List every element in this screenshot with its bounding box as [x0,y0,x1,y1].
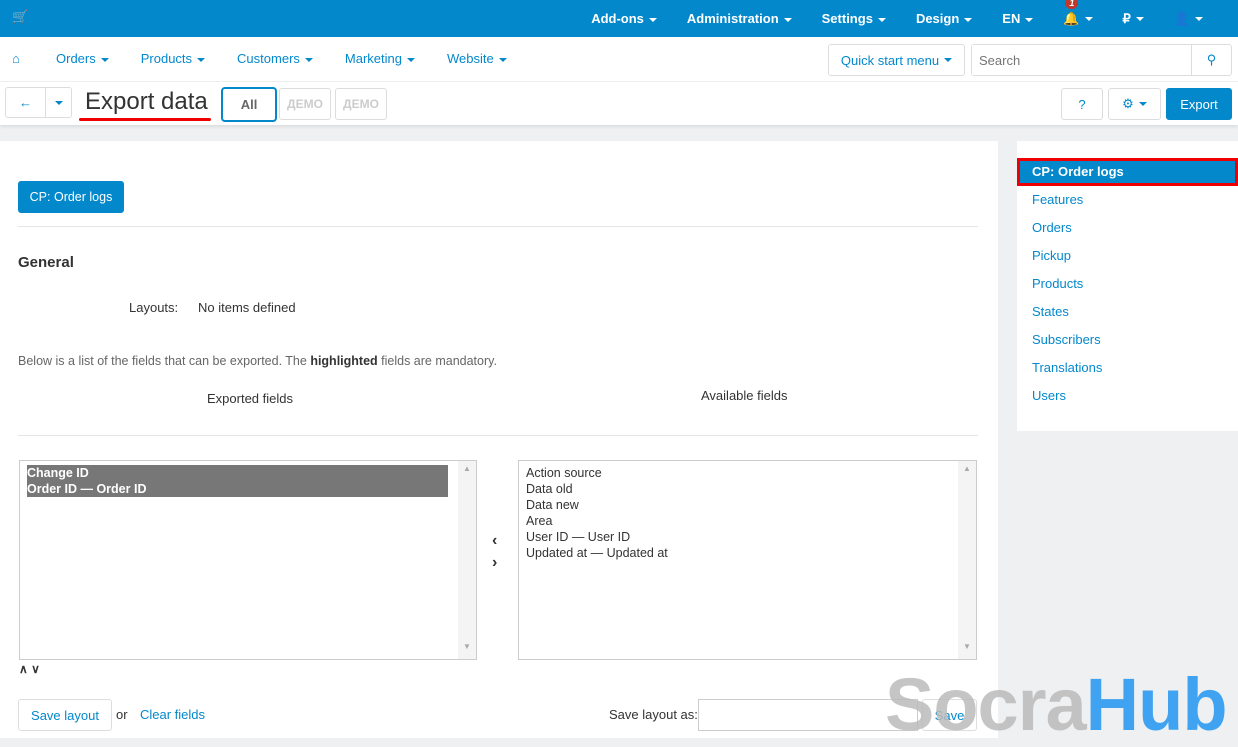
sidebar-item-states[interactable]: States [1017,298,1238,326]
page-title: Export data [85,88,208,115]
title-highlight [79,118,211,121]
top-bar: 🛒 Add-ons Administration Settings Design… [0,0,1238,37]
available-fields-list[interactable]: Action source Data old Data new Area Use… [518,460,977,660]
export-button[interactable]: Export [1166,88,1232,120]
help-icon[interactable]: ? [1061,88,1103,120]
sidebar: CP: Order logs Features Orders Pickup Pr… [1017,141,1238,431]
move-up-icon[interactable]: ∧ [19,662,28,676]
preset-order-logs-button[interactable]: CP: Order logs [18,181,124,213]
menu-design[interactable]: Design [901,11,987,26]
exported-fields-label: Exported fields [207,391,293,406]
scrollbar[interactable]: ▲ ▼ [958,461,976,659]
list-item[interactable]: User ID — User ID [526,529,948,545]
layouts-value: No items defined [198,300,296,315]
sidebar-item-users[interactable]: Users [1017,382,1238,410]
menu-currency[interactable]: ₽ [1108,11,1159,27]
nav-customers[interactable]: Customers [237,51,313,66]
list-item[interactable]: Order ID — Order ID [27,481,448,497]
sidebar-item-translations[interactable]: Translations [1017,354,1238,382]
menu-language[interactable]: EN [987,11,1048,26]
list-item[interactable]: Data new [526,497,948,513]
sidebar-item-order-logs[interactable]: CP: Order logs [1017,158,1238,186]
export-panel: CP: Order logs General Layouts: No items… [0,141,998,738]
sidebar-item-features[interactable]: Features [1017,186,1238,214]
notification-badge: 1 [1065,0,1079,9]
main-nav: ⌂ Orders Products Customers Marketing We… [0,37,1238,82]
available-fields-label: Available fields [701,388,788,403]
sidebar-item-pickup[interactable]: Pickup [1017,242,1238,270]
section-title: General [18,254,74,271]
menu-addons[interactable]: Add-ons [576,11,672,26]
save-layout-as-label: Save layout as: [609,707,698,722]
nav-website[interactable]: Website [447,51,507,66]
quick-start-menu-button[interactable]: Quick start menu [828,44,965,76]
back-arrow-icon[interactable]: ← [5,87,46,118]
move-right-icon[interactable]: › [492,552,497,574]
or-text: or [116,707,128,722]
move-down-icon[interactable]: ∨ [31,662,40,676]
clear-fields-link[interactable]: Clear fields [140,707,205,722]
watermark-logo: SocraHub [885,663,1228,746]
filter-all[interactable]: All [221,87,277,122]
cart-icon[interactable]: 🛒 [12,9,28,25]
sidebar-item-subscribers[interactable]: Subscribers [1017,326,1238,354]
move-left-icon[interactable]: ‹ [492,530,497,552]
nav-marketing[interactable]: Marketing [345,51,415,66]
search-box: ⚲ [971,44,1232,76]
list-item[interactable]: Data old [526,481,948,497]
notifications-bell-icon[interactable]: 🔔 1 [1048,0,1107,27]
back-dropdown-button[interactable] [45,87,72,118]
list-item[interactable]: Change ID [27,465,448,481]
exported-fields-list[interactable]: Change ID Order ID — Order ID ▲ ▼ [19,460,477,660]
filter-demo-1[interactable]: ДЕМО [279,88,331,120]
nav-products[interactable]: Products [141,51,206,66]
menu-administration[interactable]: Administration [672,11,807,26]
user-icon[interactable]: 👤 [1159,11,1218,27]
search-icon[interactable]: ⚲ [1191,45,1231,75]
home-icon[interactable]: ⌂ [12,51,20,66]
menu-settings[interactable]: Settings [807,11,901,26]
filter-demo-2[interactable]: ДЕМО [335,88,387,120]
fields-note: Below is a list of the fields that can b… [18,354,497,368]
search-input[interactable] [972,45,1191,75]
nav-orders[interactable]: Orders [56,51,109,66]
save-layout-button[interactable]: Save layout [18,699,112,731]
sidebar-item-products[interactable]: Products [1017,270,1238,298]
scrollbar[interactable]: ▲ ▼ [458,461,476,659]
list-item[interactable]: Area [526,513,948,529]
list-item[interactable]: Action source [526,465,948,481]
gear-icon[interactable]: ⚙ [1108,88,1161,120]
layouts-label: Layouts: [129,300,179,315]
sidebar-item-orders[interactable]: Orders [1017,214,1238,242]
toolbar: ← Export data All ДЕМО ДЕМО ? ⚙ Export [0,82,1238,125]
list-item[interactable]: Updated at — Updated at [526,545,948,561]
